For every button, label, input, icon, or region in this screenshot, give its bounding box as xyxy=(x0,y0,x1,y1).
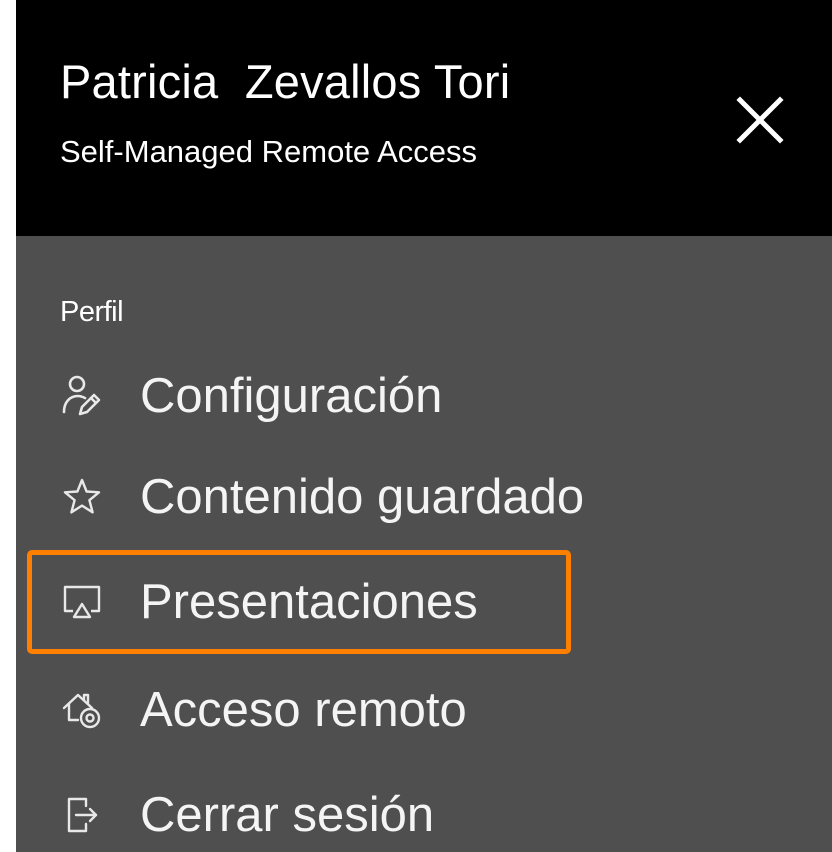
close-button[interactable] xyxy=(734,94,786,146)
star-icon xyxy=(60,475,104,519)
menu-item-presentaciones[interactable]: Presentaciones xyxy=(60,566,760,638)
sign-out-icon xyxy=(60,793,104,837)
menu-item-label: Acceso remoto xyxy=(140,682,467,737)
user-edit-icon xyxy=(60,374,104,418)
menu-item-configuracion[interactable]: Configuración xyxy=(60,360,760,432)
home-remote-icon xyxy=(60,688,104,732)
menu-item-label: Presentaciones xyxy=(140,574,478,629)
user-name: Patricia Zevallos Tori xyxy=(60,55,511,108)
account-subtitle: Self-Managed Remote Access xyxy=(60,134,477,169)
drawer-header: Patricia Zevallos Tori Self-Managed Remo… xyxy=(16,0,832,236)
airplay-icon xyxy=(60,580,104,624)
menu-item-cerrar-sesion[interactable]: Cerrar sesión xyxy=(60,779,760,851)
navigation-drawer: Patricia Zevallos Tori Self-Managed Remo… xyxy=(16,0,832,852)
menu-item-acceso-remoto[interactable]: Acceso remoto xyxy=(60,674,760,746)
menu-item-label: Cerrar sesión xyxy=(140,787,435,842)
close-icon xyxy=(736,96,784,144)
menu-item-contenido-guardado[interactable]: Contenido guardado xyxy=(60,461,760,533)
drawer-menu: Perfil Configuración Contenido guardado xyxy=(16,236,832,852)
menu-item-label: Configuración xyxy=(140,368,443,423)
section-label-perfil: Perfil xyxy=(60,296,124,328)
menu-item-label: Contenido guardado xyxy=(140,469,585,524)
